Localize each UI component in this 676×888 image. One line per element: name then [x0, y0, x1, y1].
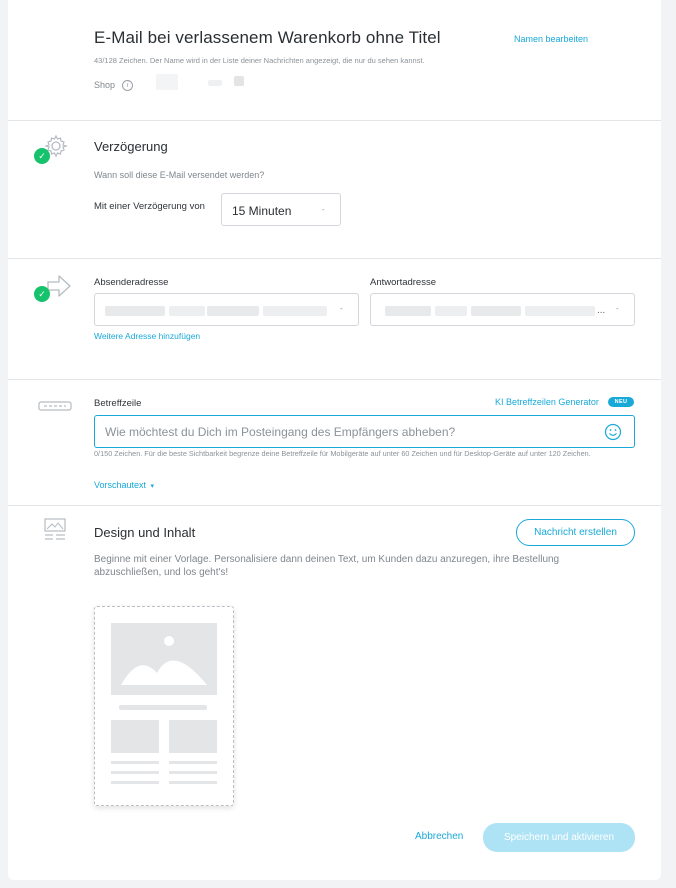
divider [8, 505, 661, 506]
divider [8, 379, 661, 380]
save-activate-button[interactable]: Speichern und aktivieren [483, 823, 635, 852]
block-placeholder [169, 720, 217, 753]
chevron-down-icon: - [322, 205, 325, 214]
shop-value-redacted [208, 80, 222, 86]
new-badge: NEU [608, 397, 634, 407]
sender-address-redacted [207, 306, 259, 316]
shop-value-redacted [156, 74, 178, 90]
text-line-placeholder [119, 705, 207, 710]
sender-label: Absenderadresse [94, 277, 169, 288]
cancel-button[interactable]: Abbrechen [415, 831, 463, 842]
preview-text-toggle[interactable]: Vorschautext ▾ [94, 475, 154, 493]
text-line-placeholder [169, 761, 217, 764]
reply-ellipsis: ... [597, 305, 606, 316]
delay-label: Mit einer Verzögerung von [94, 201, 205, 212]
subject-line-icon [38, 401, 72, 411]
delay-select-value: 15 Minuten [232, 204, 292, 218]
delay-select[interactable]: 15 Minuten - [221, 193, 341, 226]
text-line-placeholder [169, 771, 217, 774]
reply-address-redacted [435, 306, 467, 316]
reply-address-redacted [471, 306, 521, 316]
subject-input[interactable]: Wie möchtest du Dich im Posteingang des … [94, 415, 635, 448]
chevron-down-icon: - [616, 304, 619, 313]
design-heading: Design und Inhalt [94, 525, 196, 540]
text-line-placeholder [111, 771, 159, 774]
subject-hint: 0/150 Zeichen. Für die beste Sichtbarkei… [94, 449, 591, 458]
smiley-icon[interactable] [604, 423, 622, 441]
subject-label: Betreffzeile [94, 398, 142, 409]
template-placeholder[interactable] [94, 606, 234, 806]
delay-heading: Verzögerung [94, 139, 168, 154]
sender-address-redacted [105, 306, 165, 316]
design-description: Beginne mit einer Vorlage. Personalisier… [94, 554, 560, 578]
reply-address-redacted [385, 306, 431, 316]
check-icon: ✓ [34, 148, 50, 164]
ai-subject-generator-link[interactable]: KI Betreffzeilen Generator [495, 397, 599, 407]
block-placeholder [111, 720, 159, 753]
subject-input-placeholder: Wie möchtest du Dich im Posteingang des … [105, 425, 456, 439]
text-line-placeholder [169, 781, 217, 784]
reply-address-redacted [525, 306, 595, 316]
add-address-link[interactable]: Weitere Adresse hinzufügen [94, 331, 200, 341]
title-hint: 43/128 Zeichen. Der Name wird in der Lis… [94, 56, 425, 65]
shop-label: Shop [94, 80, 116, 90]
chevron-down-icon: ▾ [150, 483, 154, 490]
layout-icon [44, 518, 66, 540]
text-line-placeholder [111, 781, 159, 784]
sender-select[interactable]: - [94, 293, 359, 326]
chevron-down-icon: - [340, 304, 343, 313]
text-line-placeholder [111, 761, 159, 764]
reply-label: Antwortadresse [370, 277, 437, 288]
rename-link[interactable]: Namen bearbeiten [514, 34, 588, 44]
email-title: E-Mail bei verlassenem Warenkorb ohne Ti… [94, 28, 441, 47]
shop-value-redacted [234, 76, 244, 86]
sender-address-redacted [169, 306, 205, 316]
divider [8, 258, 661, 259]
info-icon[interactable]: i [122, 80, 133, 91]
reply-select[interactable]: ... - [370, 293, 635, 326]
create-message-button[interactable]: Nachricht erstellen [516, 519, 635, 546]
delay-question: Wann soll diese E-Mail versendet werden? [94, 170, 265, 180]
sender-address-redacted [263, 306, 327, 316]
email-settings-card: E-Mail bei verlassenem Warenkorb ohne Ti… [8, 0, 661, 880]
divider [8, 120, 661, 121]
check-icon: ✓ [34, 286, 50, 302]
image-placeholder-icon [111, 623, 217, 695]
preview-text-label: Vorschautext [94, 480, 147, 490]
